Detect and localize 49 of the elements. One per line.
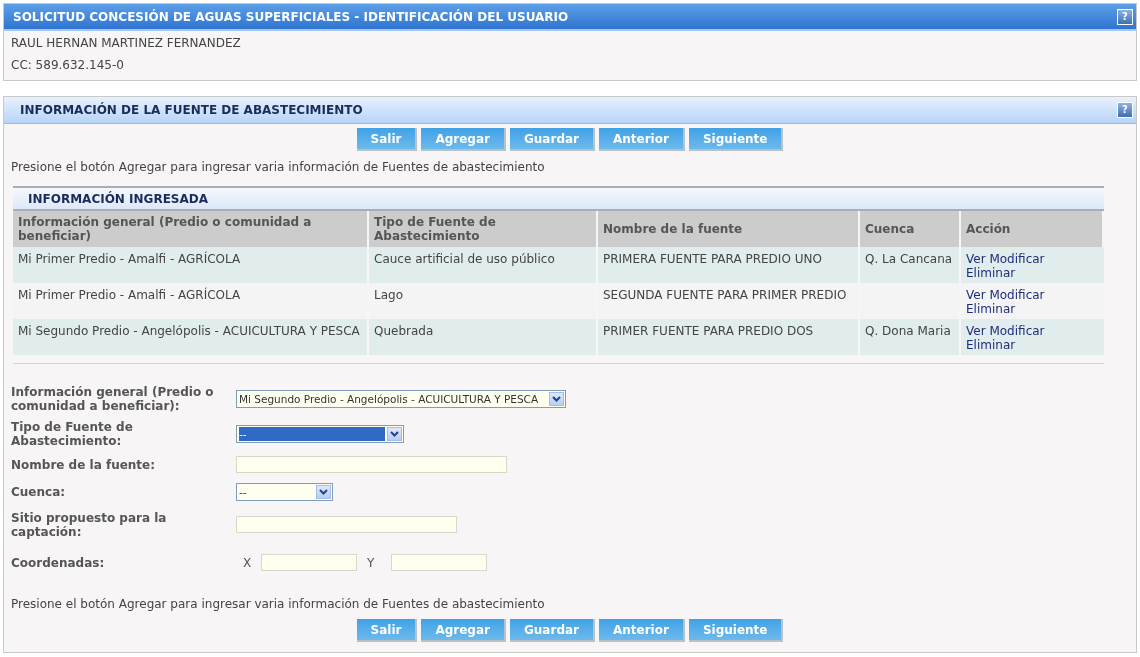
panel-title: SOLICITUD CONCESIÓN DE AGUAS SUPERFICIALES - IDENTIFICACIÓN DEL USUARIO [13, 8, 569, 26]
table-cell: Mi Primer Predio - Amalfi - AGRÍCOLA [18, 288, 241, 302]
table-cell: Q. Dona Maria [865, 324, 951, 338]
action-link[interactable]: Modificar [989, 288, 1045, 302]
field-label: Cuenca: [11, 484, 67, 499]
table-cell: Lago [374, 288, 403, 302]
table-cell: Mi Segundo Predio - Angelópolis - ACUICULTURA Y PESCA [18, 324, 360, 338]
coordinate-label: X [243, 554, 253, 572]
user-info: RAUL HERNAN MARTINEZ FERNANDEZ [11, 35, 242, 51]
action-link[interactable]: Ver [966, 324, 986, 338]
table-cell: Cauce artificial de uso público [374, 252, 555, 266]
dropdown[interactable]: Mi Segundo Predio - Angelópolis - ACUICULTURA Y PESCA [236, 390, 566, 408]
action-link[interactable]: Eliminar [966, 302, 1016, 316]
field-label: Sitio propuesto para la captación: [11, 510, 168, 539]
help-button[interactable]: ? [1117, 102, 1133, 118]
field-label: Información general (Predio o comunidad a beneficiar): [11, 385, 215, 413]
table-cell: Quebrada [374, 324, 434, 338]
column-header: Información general (Predio o comunidad a beneficiar) [13, 211, 369, 247]
dropdown[interactable]: -- [236, 482, 333, 501]
instruction-text: Presione el botón Agregar para ingresar varia información de Fuentes de abastecimiento [10, 159, 546, 176]
field-label: Nombre de la fuente: [11, 457, 157, 472]
column-header: Nombre de la fuente [598, 211, 860, 247]
action-link[interactable]: Eliminar [966, 266, 1016, 280]
coordinate-y-field[interactable] [391, 554, 487, 571]
field-label: Coordenadas: [11, 555, 106, 570]
action-link[interactable]: Eliminar [966, 338, 1016, 352]
panel-title: INFORMACIÓN DE LA FUENTE DE ABASTECIMIENTO [20, 101, 363, 119]
table-cell: PRIMER FUENTE PARA PREDIO DOS [603, 324, 814, 338]
table-cell: SEGUNDA FUENTE PARA PRIMER PREDIO [603, 288, 847, 302]
text-field[interactable] [236, 456, 507, 473]
table-title: INFORMACIÓN INGRESADA [28, 190, 209, 208]
table-cell: Mi Primer Predio - Amalfi - AGRÍCOLA [18, 252, 241, 266]
field-label: Tipo de Fuente de Abastecimiento: [11, 420, 134, 448]
table-cell: Q. La Cancana [865, 252, 953, 266]
dropdown[interactable]: -- [236, 425, 404, 443]
action-link[interactable]: Modificar [989, 252, 1045, 266]
column-header: Cuenca [860, 211, 961, 247]
instruction-text: Presione el botón Agregar para ingresar varia información de Fuentes de abastecimiento [10, 596, 546, 613]
table-cell: PRIMERA FUENTE PARA PREDIO UNO [603, 252, 822, 266]
column-header: Tipo de Fuente de Abastecimiento [369, 211, 598, 247]
user-info: CC: 589.632.145-0 [11, 57, 125, 73]
coordinate-x-field[interactable] [261, 554, 357, 571]
action-link[interactable]: Modificar [989, 324, 1045, 338]
action-link[interactable]: Ver [966, 252, 986, 266]
help-button[interactable]: ? [1117, 8, 1133, 25]
text-field[interactable] [236, 516, 457, 533]
coordinate-label: Y [367, 554, 376, 572]
column-header: Acción [961, 211, 1104, 247]
action-link[interactable]: Ver [966, 288, 986, 302]
